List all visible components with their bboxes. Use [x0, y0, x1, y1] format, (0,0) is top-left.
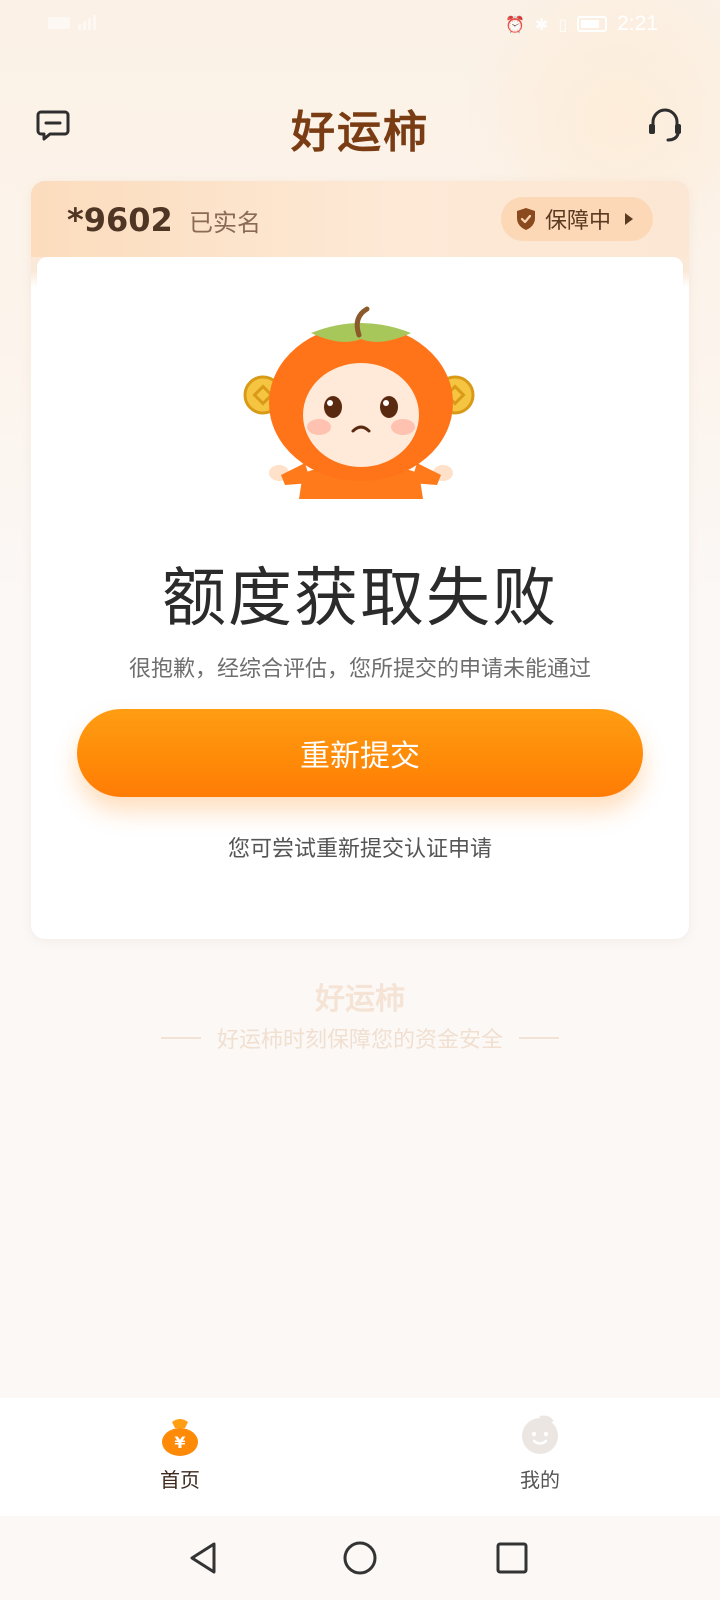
status-time: 2:21: [617, 12, 658, 35]
brand-title: 好运柿: [315, 982, 405, 1017]
failure-description: 很抱歉，经综合评估，您所提交的申请未能通过: [128, 657, 591, 682]
failure-title: 额度获取失败: [162, 562, 558, 636]
nav-mine-label: 我的: [520, 1468, 560, 1492]
svg-text:¥: ¥: [174, 1433, 185, 1452]
divider: [160, 1037, 201, 1039]
account-bar: *9602 已实名 保障中: [31, 181, 689, 257]
system-navigation-bar: [0, 1516, 720, 1600]
app-header: 好运柿: [0, 90, 720, 160]
resubmit-hint: 您可尝试重新提交认证申请: [227, 837, 492, 862]
recents-icon[interactable]: [492, 1538, 532, 1578]
nav-home[interactable]: ¥ 首页: [120, 1414, 240, 1493]
card-body: 额度获取失败 很抱歉，经综合评估，您所提交的申请未能通过 重新提交 您可尝试重新…: [37, 257, 683, 933]
vibrate-icon: ▯: [558, 14, 568, 34]
signal-icon: [48, 14, 118, 32]
bluetooth-icon: ✱: [534, 14, 549, 34]
result-card: *9602 已实名 保障中 额度获取失败 很抱歉，经综合评估，您所提交的申请未能…: [31, 181, 689, 939]
page-title: 好运柿: [291, 107, 429, 158]
back-icon[interactable]: [184, 1538, 224, 1578]
money-bag-icon: ¥: [162, 1419, 198, 1456]
nav-home-label: 首页: [160, 1468, 200, 1492]
brand-slogan: 好运柿时刻保障您的资金安全: [216, 1028, 503, 1053]
status-bar: ⏰ ✱ ▯ 2:21: [0, 0, 720, 50]
bottom-navigation: ¥ 首页 我的: [0, 1398, 720, 1516]
resubmit-button[interactable]: 重新提交: [77, 709, 643, 797]
divider: [519, 1037, 559, 1039]
shield-icon: [516, 208, 535, 230]
customer-service-icon[interactable]: [646, 106, 684, 144]
nav-mine[interactable]: 我的: [480, 1414, 600, 1493]
brand-footer: 好运柿 好运柿时刻保障您的资金安全: [0, 974, 720, 1054]
persimmon-mascot-illustration: [243, 306, 475, 499]
account-number: *9602: [67, 201, 173, 239]
protection-label: 保障中: [544, 209, 611, 234]
alarm-icon: ⏰: [504, 14, 525, 34]
battery-icon: [577, 16, 608, 32]
chevron-right-icon: [625, 213, 633, 225]
home-icon[interactable]: [340, 1538, 380, 1578]
protection-status-button[interactable]: 保障中: [500, 197, 653, 241]
profile-icon: [522, 1415, 558, 1454]
verified-label: 已实名: [189, 209, 261, 237]
